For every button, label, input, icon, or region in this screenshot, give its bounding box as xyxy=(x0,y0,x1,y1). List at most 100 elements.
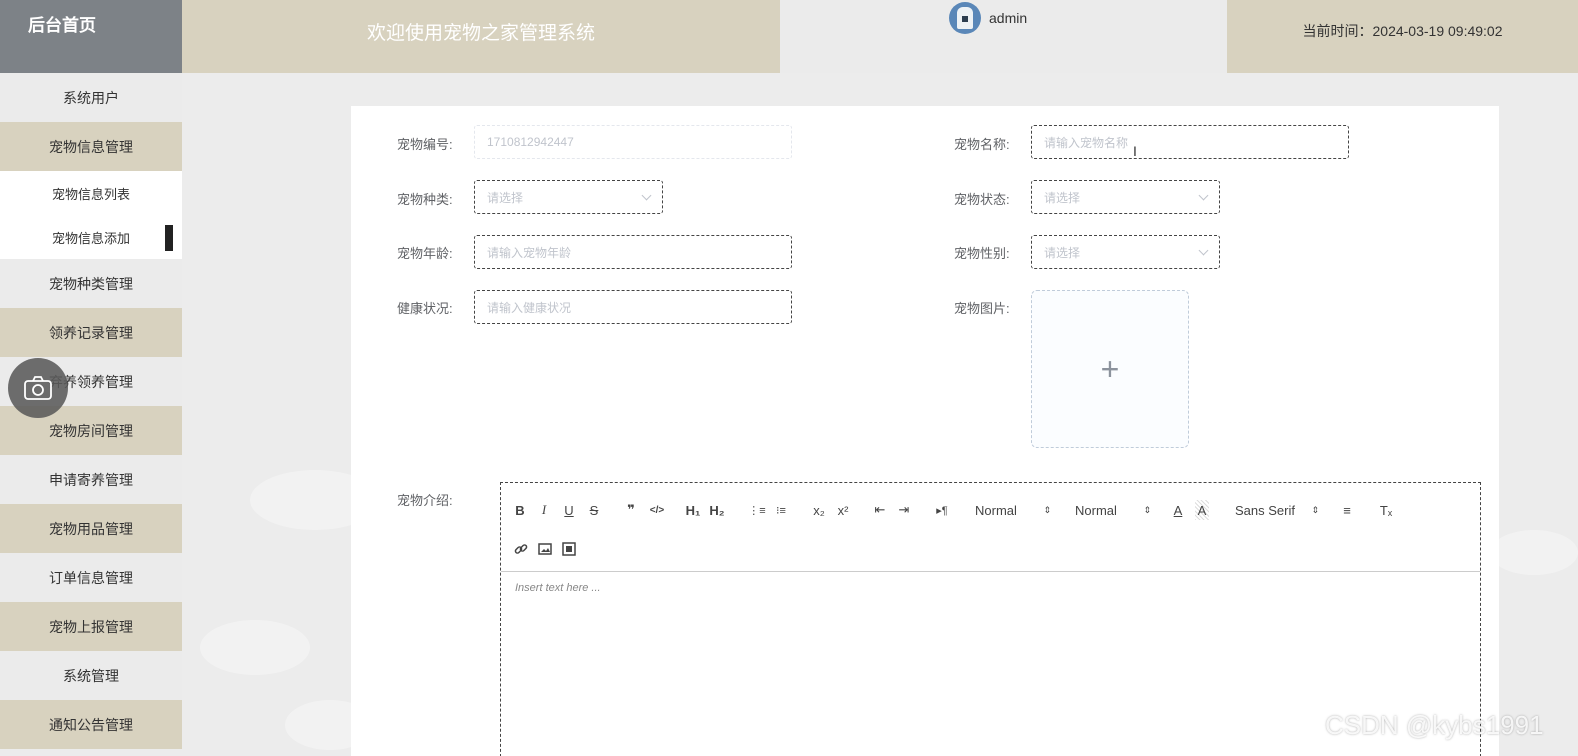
sidebar-item-label: 宠物上报管理 xyxy=(49,618,133,635)
superscript-button[interactable]: x² xyxy=(833,500,853,520)
header-select[interactable]: Normal ⇕ xyxy=(1075,500,1151,520)
sidebar-item-label: 宠物信息添加 xyxy=(51,230,130,246)
screenshot-camera-button[interactable] xyxy=(8,358,68,418)
chevron-down-icon xyxy=(1198,245,1209,256)
updown-arrows-icon: ⇕ xyxy=(1043,505,1051,515)
sidebar-item-label: 宠物种类管理 xyxy=(49,275,133,292)
text-direction-button[interactable]: ▸¶ xyxy=(933,500,951,520)
font-color-button[interactable]: A xyxy=(1171,500,1185,520)
avatar-figure-icon xyxy=(957,7,973,29)
bold-button[interactable]: B xyxy=(513,500,527,520)
intro-label: 宠物介绍: xyxy=(397,493,453,508)
header-select-value: Normal xyxy=(1075,502,1117,518)
pet-age-placeholder: 请输入宠物年龄 xyxy=(487,245,572,260)
sidebar-item-adoption-records[interactable]: 领养记录管理 xyxy=(0,308,182,357)
sidebar-item-orders[interactable]: 订单信息管理 xyxy=(0,553,182,602)
text-cursor-icon: I xyxy=(1133,143,1137,159)
sidebar-item-boarding[interactable]: 申请寄养管理 xyxy=(0,455,182,504)
plus-icon: + xyxy=(1100,350,1120,387)
pet-status-label: 宠物状态: xyxy=(954,192,1010,207)
active-indicator xyxy=(165,225,173,251)
sidebar-item-label: 宠物房间管理 xyxy=(49,422,133,439)
health-input[interactable]: 请输入健康状况 xyxy=(474,290,792,324)
sidebar-item-label: 通知公告管理 xyxy=(49,716,133,733)
pet-image-label: 宠物图片: xyxy=(954,301,1010,316)
italic-button[interactable]: I xyxy=(537,500,551,520)
pet-age-label: 宠物年龄: xyxy=(397,246,453,261)
video-button[interactable] xyxy=(561,539,577,559)
pet-type-placeholder: 请选择 xyxy=(487,190,524,205)
pet-status-select[interactable]: 请选择 xyxy=(1031,180,1220,214)
link-button[interactable] xyxy=(513,539,529,559)
sidebar-item-pet-info[interactable]: 宠物信息管理 xyxy=(0,122,182,171)
link-icon xyxy=(514,544,528,554)
sidebar-item-system-users[interactable]: 系统用户 xyxy=(0,73,182,122)
clear-format-button[interactable]: Tₓ xyxy=(1377,500,1395,520)
pet-no-value: 1710812942447 xyxy=(487,135,574,149)
updown-arrows-icon: ⇕ xyxy=(1311,505,1319,515)
pet-no-field: 1710812942447 xyxy=(474,125,792,159)
sidebar-item-pet-supplies[interactable]: 宠物用品管理 xyxy=(0,504,182,553)
user-info[interactable]: admin xyxy=(949,0,1027,36)
editor-toolbar: B I U S ❞ </> H₁ H₂ ⋮≡ ⁝≡ x₂ x² ⇤ ⇥ ▸¶ N… xyxy=(501,483,1480,572)
watermark: CSDN @kybs1991 xyxy=(1325,710,1544,740)
h2-button[interactable]: H₂ xyxy=(707,500,727,520)
strike-button[interactable]: S xyxy=(587,500,601,520)
sidebar-item-label: 领养记录管理 xyxy=(49,324,133,341)
pet-age-input[interactable]: 请输入宠物年龄 xyxy=(474,235,792,269)
pet-type-select[interactable]: 请选择 xyxy=(474,180,663,214)
health-placeholder: 请输入健康状况 xyxy=(487,300,572,315)
chevron-down-icon xyxy=(641,190,652,201)
video-icon xyxy=(562,542,576,556)
sidebar-item-label: 订单信息管理 xyxy=(49,569,133,586)
pet-gender-select[interactable]: 请选择 xyxy=(1031,235,1220,269)
blockquote-button[interactable]: ❞ xyxy=(623,500,639,520)
pet-image-upload[interactable]: + xyxy=(1031,290,1189,448)
pet-no-label: 宠物编号: xyxy=(397,137,453,152)
top-header: 后台首页 欢迎使用宠物之家管理系统 admin 当前时间：2024-03-19 … xyxy=(0,0,1578,73)
sidebar-item-label: 系统管理 xyxy=(63,667,119,684)
subscript-button[interactable]: x₂ xyxy=(809,500,829,520)
underline-button[interactable]: U xyxy=(562,500,576,520)
align-button[interactable]: ≡ xyxy=(1339,500,1355,520)
current-time: 当前时间：2024-03-19 09:49:02 xyxy=(1227,0,1578,73)
code-block-button[interactable]: </> xyxy=(647,500,667,520)
background-color-button[interactable]: A xyxy=(1195,500,1209,520)
sidebar-item-label: 宠物信息列表 xyxy=(51,186,130,202)
image-button[interactable] xyxy=(537,539,553,559)
font-select-value: Sans Serif xyxy=(1235,502,1295,518)
pet-type-label: 宠物种类: xyxy=(397,192,453,207)
health-label: 健康状况: xyxy=(397,301,453,316)
sidebar-subitem-pet-list[interactable]: 宠物信息列表 xyxy=(0,171,182,215)
outdent-button[interactable]: ⇤ xyxy=(871,500,889,520)
background-bokeh xyxy=(1490,530,1578,575)
sidebar-item-label: 宠物信息管理 xyxy=(49,138,133,155)
sidebar-item-pet-reports[interactable]: 宠物上报管理 xyxy=(0,602,182,651)
chevron-down-icon xyxy=(1198,190,1209,201)
pet-name-input[interactable]: 请输入宠物名称 xyxy=(1031,125,1349,159)
sidebar-item-pet-type[interactable]: 宠物种类管理 xyxy=(0,259,182,308)
pet-gender-placeholder: 请选择 xyxy=(1044,245,1081,260)
h1-button[interactable]: H₁ xyxy=(683,500,703,520)
pet-status-placeholder: 请选择 xyxy=(1044,190,1081,205)
sidebar-item-system[interactable]: 系统管理 xyxy=(0,651,182,700)
pet-name-label: 宠物名称: xyxy=(954,137,1010,152)
size-select[interactable]: Normal ⇕ xyxy=(975,500,1051,520)
bullet-list-button[interactable]: ⁝≡ xyxy=(771,500,791,520)
welcome-banner: 欢迎使用宠物之家管理系统 xyxy=(182,0,780,73)
sidebar-subitem-pet-add[interactable]: 宠物信息添加 xyxy=(0,215,182,259)
sidebar-item-label: 宠物用品管理 xyxy=(49,520,133,537)
sidebar-item-label: 系统用户 xyxy=(63,89,119,106)
sidebar-item-notices[interactable]: 通知公告管理 xyxy=(0,700,182,749)
pet-gender-label: 宠物性别: xyxy=(954,246,1010,261)
font-select[interactable]: Sans Serif ⇕ xyxy=(1235,500,1319,520)
indent-button[interactable]: ⇥ xyxy=(895,500,913,520)
updown-arrows-icon: ⇕ xyxy=(1143,505,1151,515)
editor-content-area[interactable]: Insert text here ... xyxy=(501,572,1480,604)
ordered-list-button[interactable]: ⋮≡ xyxy=(747,500,767,520)
home-link[interactable]: 后台首页 xyxy=(0,0,182,73)
background-bokeh xyxy=(200,620,310,675)
user-name: admin xyxy=(989,10,1028,26)
image-icon xyxy=(538,543,552,555)
avatar[interactable] xyxy=(949,2,981,34)
